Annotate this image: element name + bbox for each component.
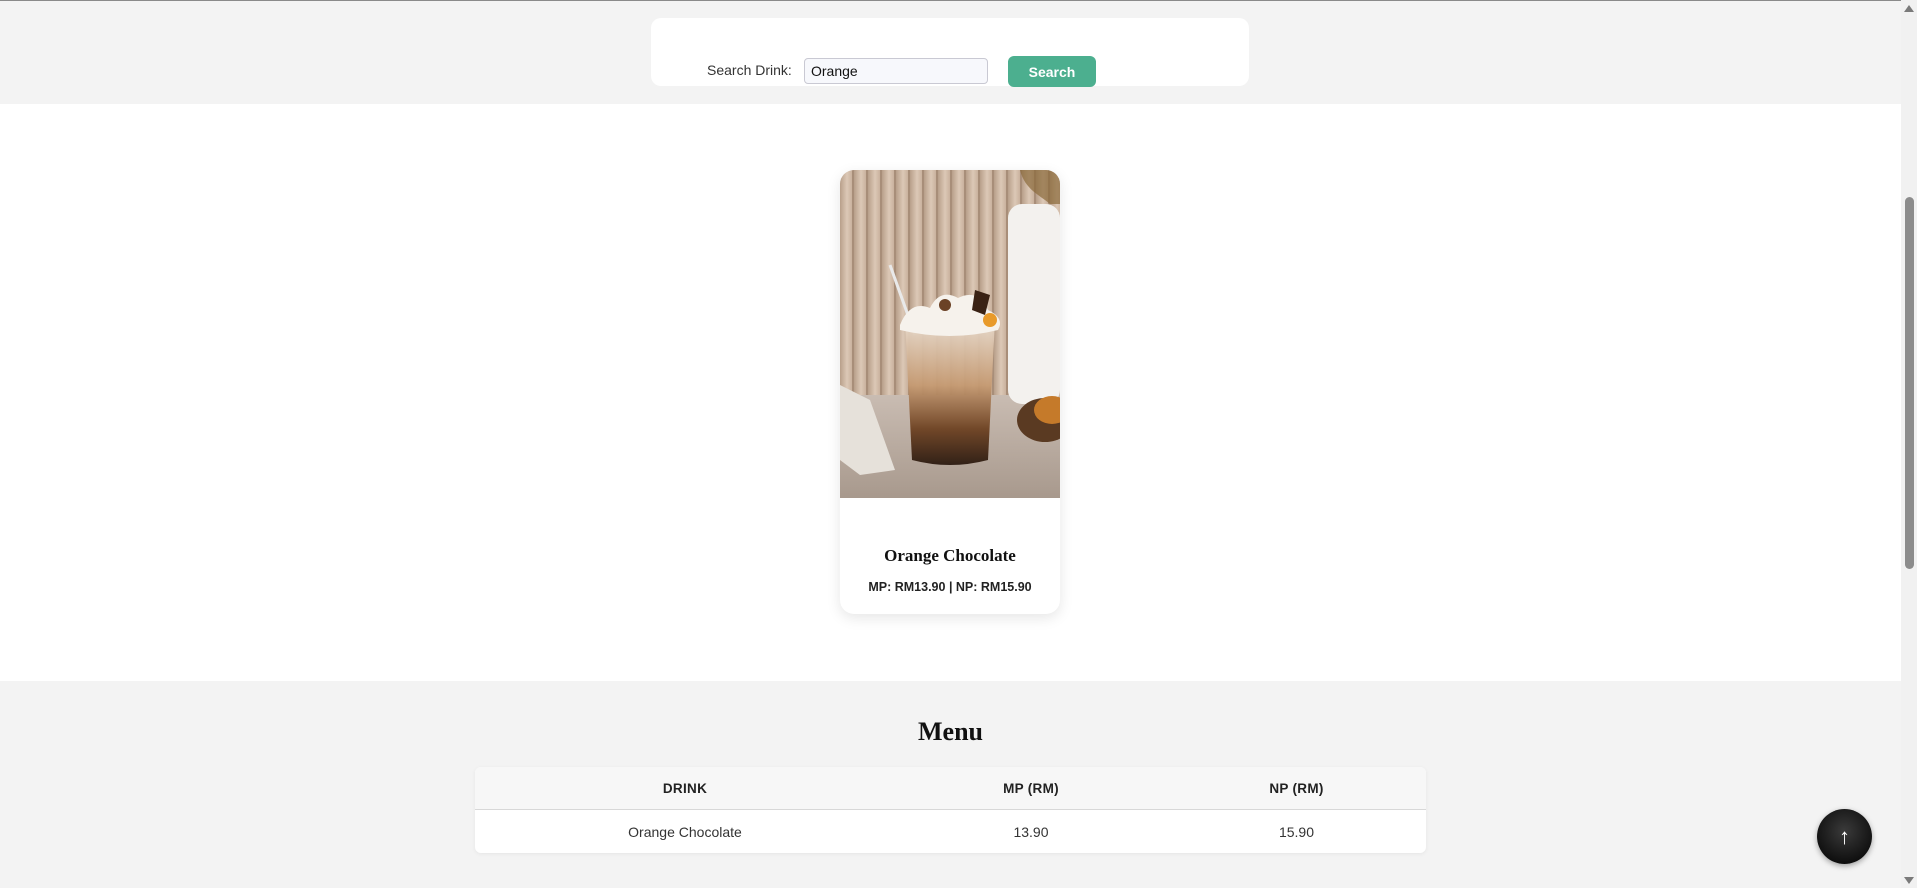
scroll-down-arrow-icon[interactable] <box>1904 877 1914 884</box>
product-card[interactable]: Orange Chocolate MP: RM13.90 | NP: RM15.… <box>840 170 1060 614</box>
search-card: Search Drink: Search <box>651 18 1249 87</box>
menu-title: Menu <box>918 717 983 746</box>
scrollbar-thumb[interactable] <box>1905 197 1914 569</box>
scroll-up-arrow-icon[interactable] <box>1904 5 1914 12</box>
search-section: Search Drink: Search <box>0 1 1901 104</box>
cell-mp: 13.90 <box>1013 823 1049 840</box>
product-image <box>840 170 1060 498</box>
table-header-row: DRINK MP (RM) NP (RM) <box>475 767 1426 810</box>
search-label: Search Drink: <box>707 62 792 78</box>
product-price: MP: RM13.90 | NP: RM15.90 <box>868 580 1032 594</box>
table-row: Orange Chocolate 13.90 15.90 <box>475 810 1426 854</box>
vertical-scrollbar[interactable] <box>1901 0 1917 888</box>
search-button[interactable]: Search <box>1008 56 1096 87</box>
cell-drink: Orange Chocolate <box>628 823 742 840</box>
product-name: Orange Chocolate <box>884 546 1016 565</box>
search-input[interactable] <box>804 58 988 84</box>
menu-table: DRINK MP (RM) NP (RM) Orange Chocolate 1… <box>475 767 1426 853</box>
cell-np: 15.90 <box>1278 823 1315 840</box>
column-header-mp: MP (RM) <box>895 767 1167 810</box>
back-to-top-button[interactable]: ↑ <box>1817 809 1872 864</box>
column-header-drink: DRINK <box>475 767 895 810</box>
arrow-up-icon: ↑ <box>1839 824 1850 849</box>
column-header-np: NP (RM) <box>1167 767 1426 810</box>
menu-section: Menu DRINK MP (RM) NP (RM) Orange Chocol… <box>0 681 1901 888</box>
